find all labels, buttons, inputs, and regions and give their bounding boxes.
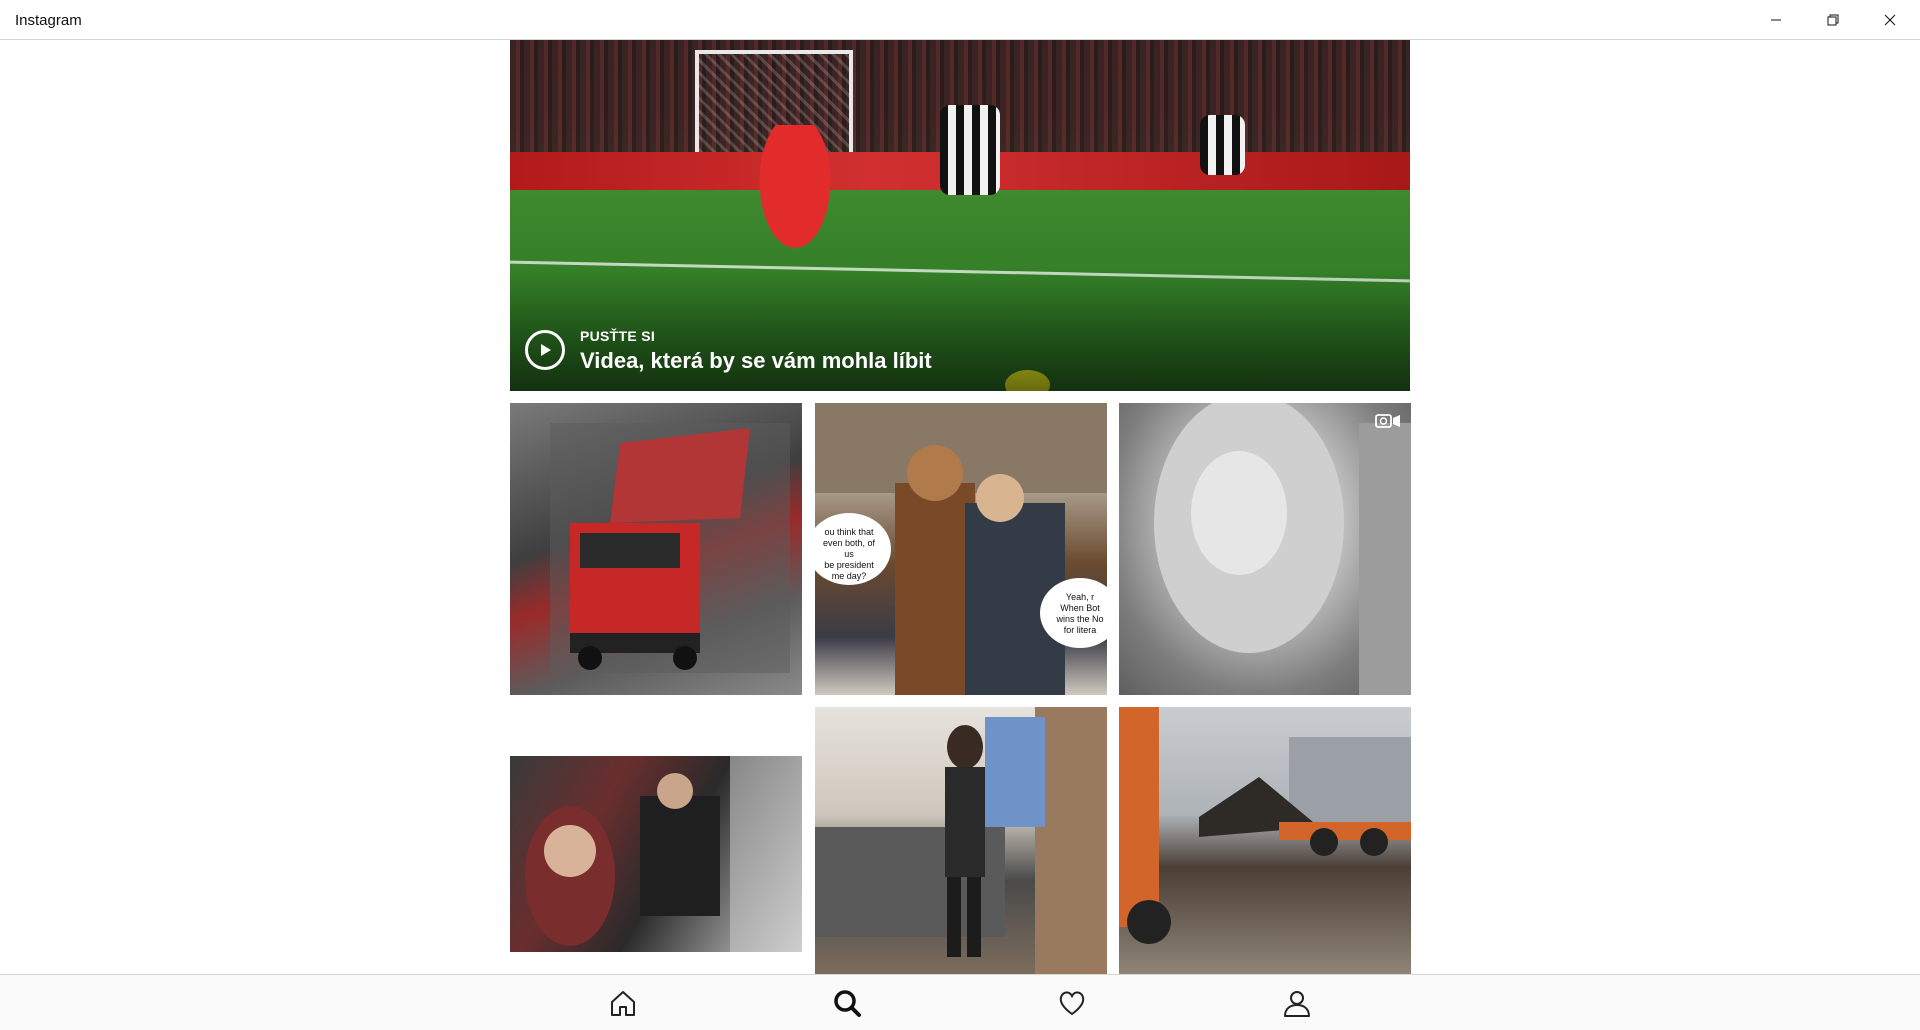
video-thumbnail-player	[1200, 115, 1245, 175]
profile-icon	[1284, 991, 1310, 1017]
heart-icon	[1059, 991, 1085, 1016]
minimize-icon	[1771, 19, 1781, 21]
restore-button[interactable]	[1805, 0, 1861, 40]
post-thumbnail[interactable]	[510, 756, 802, 952]
nav-profile[interactable]	[1277, 985, 1317, 1021]
video-thumbnail-player	[940, 105, 1000, 195]
banner-headline: Videa, která by se vám mohla líbit	[580, 348, 932, 373]
close-button[interactable]	[1862, 0, 1918, 40]
close-icon	[1884, 14, 1896, 26]
post-thumbnail[interactable]	[510, 403, 802, 695]
banner-kicker: PUSŤTE SI	[580, 328, 656, 344]
play-circle-icon[interactable]	[525, 330, 565, 370]
dump-truck-image	[1119, 707, 1411, 944]
post-thumbnail[interactable]	[1119, 403, 1411, 695]
portrait-image	[1154, 403, 1411, 695]
app-title: Instagram	[15, 12, 82, 29]
post-thumbnail[interactable]	[1119, 707, 1411, 974]
home-icon	[611, 991, 635, 1016]
post-thumbnail[interactable]	[815, 707, 1107, 974]
living-room-image	[815, 707, 1107, 974]
nav-activity[interactable]	[1052, 985, 1092, 1021]
video-thumbnail-player	[740, 125, 850, 285]
explore-feed[interactable]: PUSŤTE SI Videa, která by se vám mohla l…	[0, 40, 1920, 974]
video-camera-icon	[1375, 413, 1401, 432]
title-bar: Instagram	[0, 0, 1920, 40]
nav-home[interactable]	[603, 985, 643, 1021]
nav-search[interactable]	[827, 985, 867, 1021]
truck-image	[550, 423, 790, 673]
minimize-button[interactable]	[1748, 0, 1804, 40]
bottom-nav	[0, 974, 1920, 1030]
restore-icon	[1827, 14, 1839, 26]
suggested-videos-banner[interactable]: PUSŤTE SI Videa, která by se vám mohla l…	[510, 40, 1410, 391]
post-thumbnail[interactable]: ou think that even both, of us be presiden…	[815, 403, 1107, 695]
search-icon	[834, 990, 861, 1017]
truck-cabin-image	[525, 756, 802, 952]
